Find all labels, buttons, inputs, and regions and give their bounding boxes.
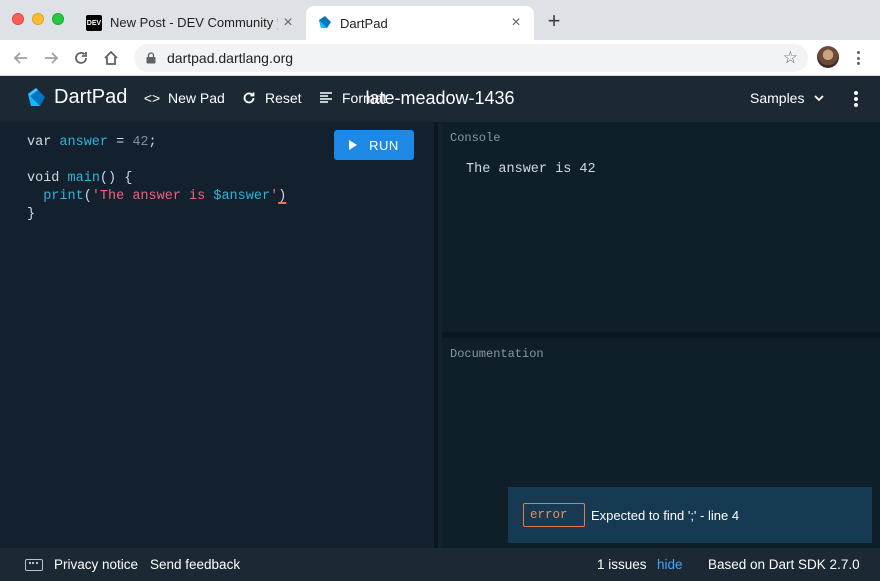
punctuation-token: ( — [83, 189, 92, 204]
code-line: } — [27, 206, 286, 224]
menu-dot-icon — [856, 62, 860, 65]
reload-button[interactable] — [68, 45, 94, 71]
format-align-icon — [318, 90, 334, 106]
identifier-token: main — [67, 171, 100, 186]
issue-item[interactable]: error Expected to find ';' - line 4 — [508, 487, 872, 543]
chevron-down-icon — [814, 95, 825, 102]
interpolation-token: $answer — [213, 189, 271, 204]
run-button[interactable]: RUN — [334, 130, 414, 160]
browser-menu-button[interactable] — [852, 48, 864, 68]
reload-icon — [75, 52, 87, 64]
identifier-token: answer — [59, 135, 109, 150]
forward-button[interactable] — [38, 45, 64, 71]
code-editor[interactable]: var answer = 42;​void main() { print('Th… — [0, 122, 438, 548]
code-line-blank: ​ — [27, 152, 286, 170]
close-window-button[interactable] — [12, 13, 24, 25]
bookmark-star-icon[interactable]: ☆ — [783, 48, 798, 68]
menu-dot-icon — [854, 91, 858, 95]
run-label: RUN — [369, 137, 399, 153]
identifier-token: print — [43, 189, 84, 204]
code-line: void main() { — [27, 170, 286, 188]
refresh-icon — [241, 90, 257, 106]
dart-logo-icon — [28, 88, 45, 106]
issue-message: Expected to find ';' - line 4 — [591, 507, 740, 523]
address-bar[interactable]: dartpad.dartlang.org ☆ — [134, 44, 808, 72]
code-line: var answer = 42; — [27, 134, 286, 152]
reset-button[interactable]: Reset — [241, 90, 302, 106]
play-icon — [349, 140, 358, 150]
tab-title: New Post - DEV Community 👩‍🏭 🕯 — [110, 15, 278, 30]
keyword-token: var — [27, 135, 60, 150]
browser-tab-bar: DEV New Post - DEV Community 👩‍🏭 🕯 × Dar… — [0, 0, 880, 40]
tab-dev-community[interactable]: DEV New Post - DEV Community 👩‍🏭 🕯 × — [78, 6, 306, 40]
minimize-window-button[interactable] — [32, 13, 44, 25]
console-label: Console — [450, 131, 501, 145]
keyboard-icon[interactable] — [25, 559, 43, 571]
hide-issues-link[interactable]: hide — [657, 557, 683, 572]
dart-favicon-icon — [319, 16, 331, 28]
error-badge: error — [523, 503, 585, 527]
arrow-right-icon — [45, 52, 59, 64]
url-text: dartpad.dartlang.org — [167, 50, 294, 66]
privacy-notice-link[interactable]: Privacy notice — [54, 557, 138, 572]
console-output: The answer is 42 — [466, 162, 596, 177]
string-token: ' — [270, 189, 279, 204]
samples-label: Samples — [750, 90, 805, 106]
string-token: 'The answer is — [91, 189, 214, 204]
operator-token: = — [108, 135, 133, 150]
number-token: 42 — [132, 135, 149, 150]
app-menu-button[interactable] — [852, 89, 860, 109]
new-pad-button[interactable]: <> New Pad — [144, 90, 225, 106]
indent-token — [27, 189, 43, 204]
code-content[interactable]: var answer = 42;​void main() { print('Th… — [27, 134, 286, 224]
error-squiggle-token: ) — [278, 189, 287, 204]
menu-dot-icon — [854, 103, 858, 107]
reset-label: Reset — [265, 90, 302, 106]
issues-count: 1 issues — [597, 557, 647, 572]
console-pane: Console The answer is 42 — [442, 122, 880, 332]
new-tab-button[interactable]: + — [542, 10, 566, 34]
punctuation-token: ; — [148, 135, 157, 150]
menu-dot-icon — [856, 56, 860, 60]
sdk-version: Based on Dart SDK 2.7.0 — [708, 557, 860, 572]
punctuation-token: () { — [99, 171, 133, 186]
keyword-token: void — [27, 171, 68, 186]
pad-name[interactable]: late-meadow-1436 — [365, 88, 514, 108]
documentation-label: Documentation — [450, 347, 544, 361]
back-button[interactable] — [8, 45, 34, 71]
samples-dropdown[interactable]: Samples — [750, 90, 825, 106]
workspace: var answer = 42;​void main() { print('Th… — [0, 122, 880, 548]
menu-dot-icon — [856, 51, 860, 54]
tab-dartpad[interactable]: DartPad × — [306, 6, 534, 40]
profile-avatar[interactable] — [817, 46, 839, 68]
browser-toolbar: dartpad.dartlang.org ☆ — [0, 40, 880, 76]
dartpad-header: DartPad <> New Pad Reset Format late-mea… — [0, 76, 880, 122]
punctuation-token: } — [27, 207, 36, 222]
new-pad-label: New Pad — [168, 90, 225, 106]
send-feedback-link[interactable]: Send feedback — [150, 557, 240, 572]
code-icon: <> — [143, 90, 161, 106]
close-tab-icon[interactable]: × — [506, 14, 526, 32]
lock-icon — [146, 52, 156, 64]
home-icon — [104, 50, 118, 65]
menu-dot-icon — [854, 97, 858, 101]
code-line: print('The answer is $answer') — [27, 188, 286, 206]
tab-title: DartPad — [340, 15, 388, 31]
home-button[interactable] — [98, 45, 124, 71]
app-title: DartPad — [54, 86, 128, 108]
arrow-left-icon — [13, 52, 27, 64]
close-tab-icon[interactable]: × — [278, 14, 298, 32]
maximize-window-button[interactable] — [52, 13, 64, 25]
status-footer: Privacy notice Send feedback 1 issues hi… — [0, 548, 880, 581]
pad-name-container: late-meadow-1436 — [0, 88, 880, 109]
dev-favicon-icon: DEV — [86, 15, 102, 31]
